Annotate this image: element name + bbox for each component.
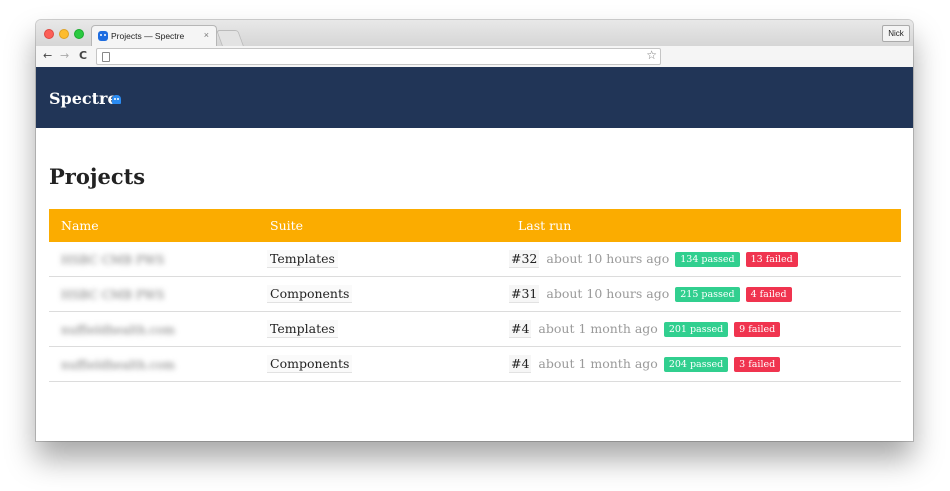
suite-link[interactable]: Templates	[267, 320, 338, 338]
tab-bar: Projects — Spectre × Nick	[36, 20, 913, 47]
page-title: Projects	[49, 164, 146, 189]
failed-badge: 9 failed	[734, 322, 781, 337]
table-row: HSBC CMB PWS Components #31 about 10 hou…	[49, 276, 901, 312]
ghost-icon	[112, 95, 121, 104]
spectre-favicon-icon	[98, 31, 108, 41]
project-name[interactable]: HSBC CMB PWS	[61, 253, 164, 267]
column-header-suite: Suite	[270, 218, 304, 233]
run-link[interactable]: #4	[509, 320, 532, 338]
failed-badge: 4 failed	[745, 287, 792, 302]
page-icon	[102, 52, 110, 62]
tab-title: Projects — Spectre	[111, 31, 185, 41]
passed-badge: 204 passed	[663, 357, 729, 372]
run-time: about 10 hours ago	[546, 251, 670, 266]
close-window-button[interactable]	[44, 29, 54, 39]
project-name[interactable]: HSBC CMB PWS	[61, 288, 164, 302]
run-time: about 1 month ago	[538, 321, 658, 336]
suite-link[interactable]: Components	[267, 355, 353, 373]
run-link[interactable]: #4	[509, 355, 532, 373]
project-name[interactable]: nuffieldhealth.com	[61, 323, 175, 337]
failed-badge: 13 failed	[745, 252, 798, 267]
run-link[interactable]: #31	[509, 285, 540, 303]
zoom-window-button[interactable]	[74, 29, 84, 39]
run-time: about 10 hours ago	[546, 286, 670, 301]
tab-close-icon[interactable]: ×	[204, 30, 209, 40]
passed-badge: 215 passed	[675, 287, 740, 302]
new-tab-button[interactable]	[216, 30, 244, 46]
table-row: HSBC CMB PWS Templates #32 about 10 hour…	[49, 242, 901, 277]
reload-icon[interactable]: C	[79, 49, 87, 62]
project-name[interactable]: nuffieldhealth.com	[61, 358, 175, 372]
passed-badge: 201 passed	[663, 322, 729, 337]
address-bar[interactable]: ☆	[96, 48, 661, 65]
site-header: Spectre	[36, 67, 913, 128]
tab-projects[interactable]: Projects — Spectre ×	[91, 25, 217, 47]
profile-button[interactable]: Nick	[882, 25, 910, 42]
column-header-last-run: Last run	[518, 218, 572, 233]
table-header-row: Name Suite Last run	[49, 209, 901, 242]
browser-window: Projects — Spectre × Nick ← → C ☆ Spectr…	[36, 20, 913, 441]
passed-badge: 134 passed	[675, 252, 740, 267]
brand-logo-text[interactable]: Spectre	[49, 89, 118, 108]
bookmark-star-icon[interactable]: ☆	[646, 48, 657, 62]
column-header-name: Name	[61, 218, 99, 233]
minimize-window-button[interactable]	[59, 29, 69, 39]
projects-table: Name Suite Last run HSBC CMB PWS Templat…	[49, 209, 901, 382]
browser-toolbar: ← → C ☆	[36, 46, 913, 68]
back-arrow-icon[interactable]: ←	[43, 49, 52, 62]
table-row: nuffieldhealth.com Components #4 about 1…	[49, 346, 901, 382]
suite-link[interactable]: Templates	[267, 250, 338, 268]
suite-link[interactable]: Components	[267, 285, 353, 303]
failed-badge: 3 failed	[734, 357, 781, 372]
forward-arrow-icon[interactable]: →	[60, 49, 69, 62]
window-controls	[44, 29, 84, 39]
run-link[interactable]: #32	[509, 250, 540, 268]
table-row: nuffieldhealth.com Templates #4 about 1 …	[49, 311, 901, 347]
run-time: about 1 month ago	[538, 356, 658, 371]
